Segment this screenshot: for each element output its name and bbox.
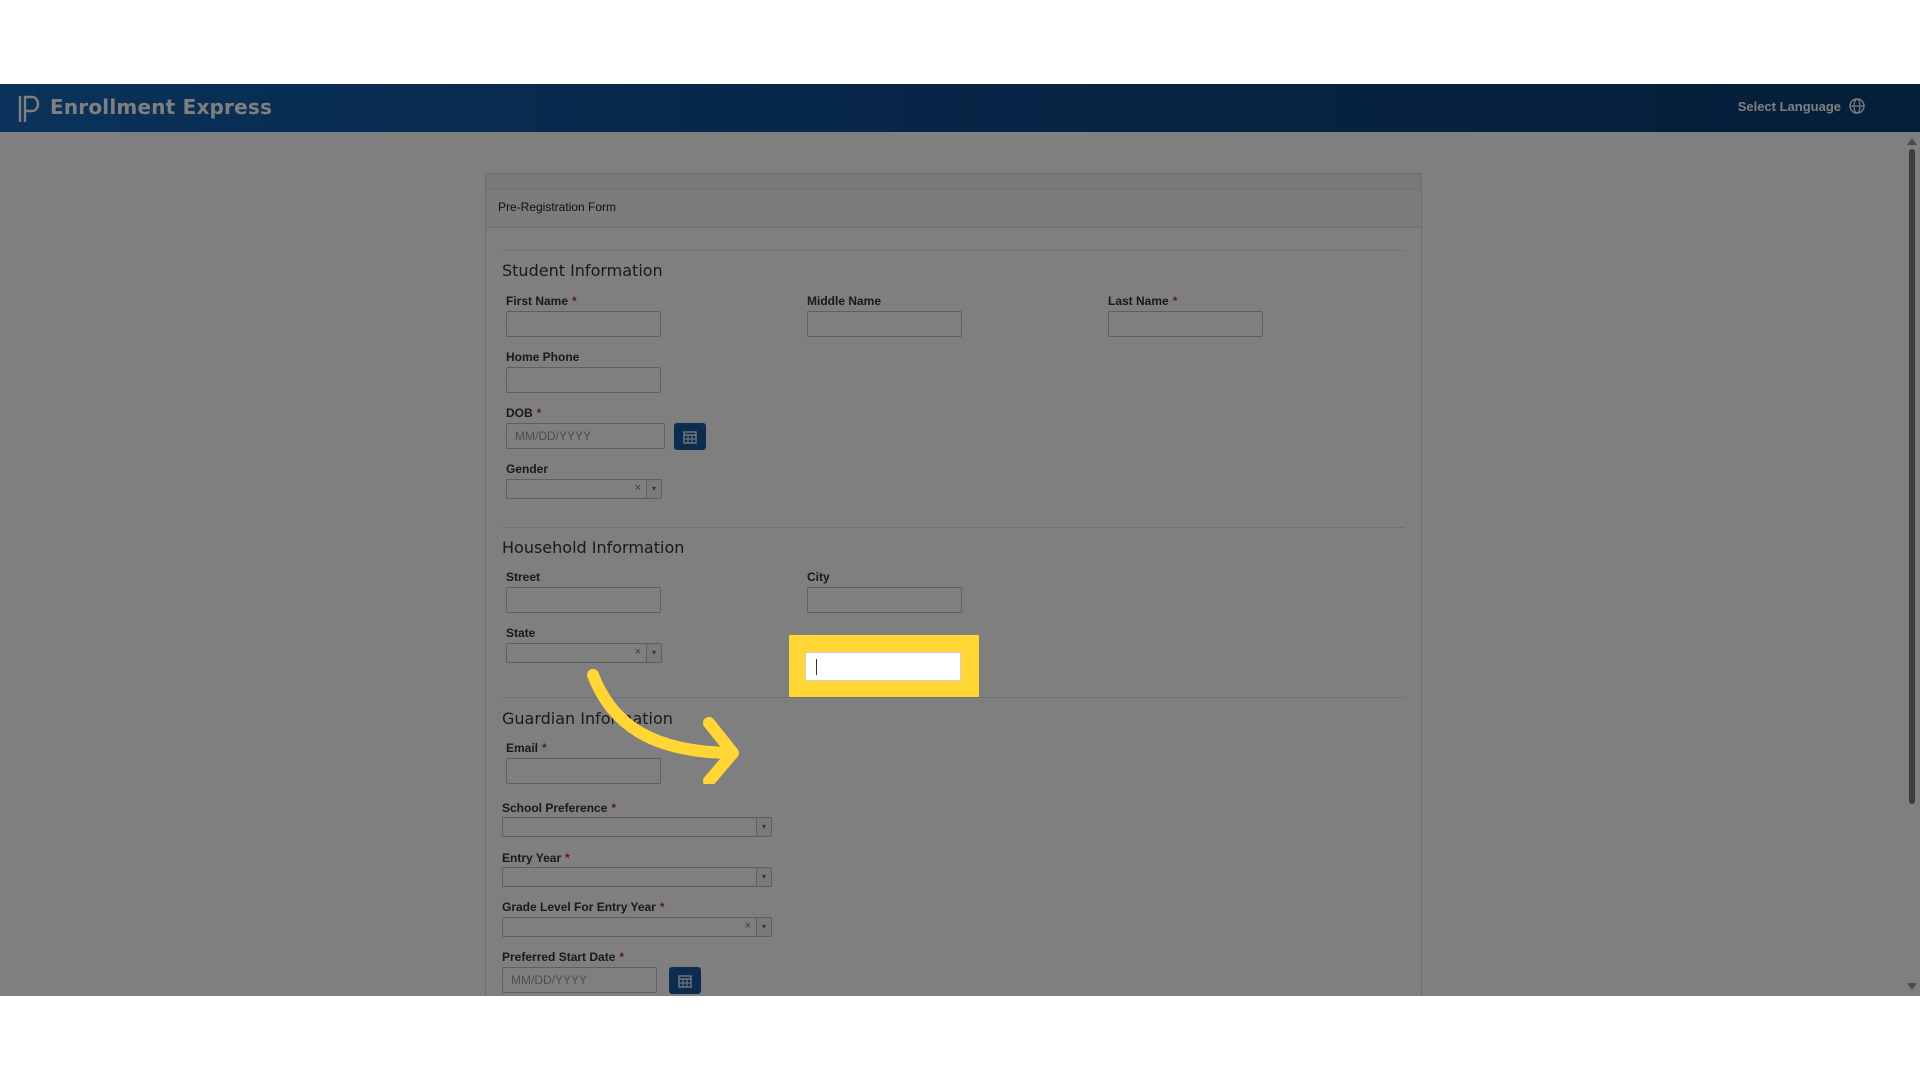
clear-icon[interactable]: × <box>745 920 751 932</box>
language-label[interactable]: Select Language <box>1738 99 1841 114</box>
street-field[interactable] <box>506 587 661 613</box>
city-label: City <box>807 570 830 584</box>
highlight-annotation <box>789 635 979 697</box>
preferred-start-label: Preferred Start Date * <box>502 950 625 964</box>
home-phone-label: Home Phone <box>506 350 580 364</box>
required-marker: * <box>542 741 547 755</box>
globe-icon[interactable] <box>1849 98 1865 114</box>
gender-select[interactable]: × ▾ <box>506 479 662 499</box>
first-name-field[interactable] <box>506 311 661 337</box>
street-label: Street <box>506 570 541 584</box>
required-marker: * <box>565 851 570 865</box>
scroll-up-icon[interactable] <box>1907 138 1917 145</box>
required-marker: * <box>536 406 542 420</box>
clear-icon[interactable]: × <box>635 646 641 658</box>
middle-name-label: Middle Name <box>807 294 882 308</box>
middle-name-field[interactable] <box>807 311 962 337</box>
entry-year-label: Entry Year * <box>502 851 570 865</box>
state-select[interactable]: × ▾ <box>506 643 662 663</box>
required-marker: * <box>619 950 625 964</box>
email-label: Email * <box>506 741 547 755</box>
scroll-down-icon[interactable] <box>1907 983 1917 990</box>
required-marker: * <box>611 801 617 815</box>
arrow-annotation-icon <box>587 669 739 784</box>
dob-label: DOB * <box>506 406 542 420</box>
state-label: State <box>506 626 536 640</box>
content-area: Pre-Registration Form Student Informatio… <box>0 132 1920 996</box>
dob-calendar-button[interactable] <box>674 423 706 450</box>
vertical-scrollbar[interactable] <box>1904 132 1920 996</box>
grade-level-label: Grade Level For Entry Year * <box>502 900 665 914</box>
chevron-down-icon[interactable]: ▾ <box>756 818 771 836</box>
chevron-down-icon[interactable]: ▾ <box>756 918 771 936</box>
panel-header: Pre-Registration Form <box>486 189 1421 228</box>
last-name-label: Last Name * <box>1108 294 1178 308</box>
text-caret <box>816 659 817 675</box>
section-divider <box>502 250 1405 251</box>
school-preference-label: School Preference * <box>502 801 617 815</box>
home-phone-field[interactable] <box>506 367 661 393</box>
panel-top-strip <box>486 174 1421 189</box>
entry-year-select[interactable]: ▾ <box>502 867 772 887</box>
chevron-down-icon[interactable]: ▾ <box>646 644 661 662</box>
grade-level-select[interactable]: × ▾ <box>502 917 772 937</box>
zip-field[interactable] <box>805 652 961 681</box>
calendar-icon <box>683 430 697 444</box>
language-selector[interactable]: Select Language <box>1738 98 1865 114</box>
chevron-down-icon[interactable]: ▾ <box>756 868 771 886</box>
household-section-title: Household Information <box>502 538 685 557</box>
city-field[interactable] <box>807 587 962 613</box>
top-bar: Enrollment Express Select Language <box>0 84 1920 132</box>
school-preference-select[interactable]: ▾ <box>502 817 772 837</box>
student-section-title: Student Information <box>502 261 663 280</box>
preferred-start-calendar-button[interactable] <box>669 967 701 994</box>
app-title: Enrollment Express <box>50 95 273 119</box>
form-panel: Pre-Registration Form Student Informatio… <box>485 173 1422 996</box>
gender-label: Gender <box>506 462 549 476</box>
clear-icon[interactable]: × <box>635 482 641 494</box>
chevron-down-icon[interactable]: ▾ <box>646 480 661 498</box>
dob-field[interactable] <box>506 423 665 449</box>
scrollbar-thumb[interactable] <box>1909 149 1915 804</box>
required-marker: * <box>1172 294 1178 308</box>
section-divider <box>502 527 1405 528</box>
form-title: Pre-Registration Form <box>498 200 617 214</box>
first-name-label: First Name * <box>506 294 577 308</box>
preferred-start-field[interactable] <box>502 967 657 993</box>
logo-icon <box>18 95 40 122</box>
required-marker: * <box>572 294 577 308</box>
required-marker: * <box>659 900 665 914</box>
app-window: Enrollment Express Select Language Pre-R… <box>0 84 1920 996</box>
calendar-icon <box>678 974 692 988</box>
last-name-field[interactable] <box>1108 311 1263 337</box>
